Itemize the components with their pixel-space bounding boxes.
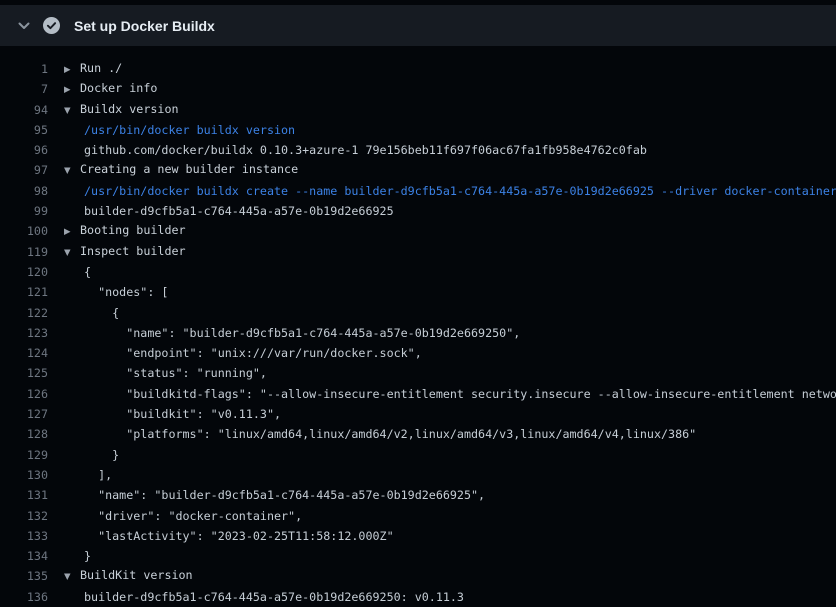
group-label: Run ./ xyxy=(80,61,122,75)
output-text: "name": "builder-d9cfb5a1-c764-445a-a57e… xyxy=(64,323,520,343)
output-text: { xyxy=(64,262,91,282)
log-line: 124 "endpoint": "unix:///var/run/docker.… xyxy=(0,343,836,363)
log-line: 120 { xyxy=(0,262,836,282)
line-number[interactable]: 125 xyxy=(0,363,48,383)
log-line: 125 "status": "running", xyxy=(0,363,836,383)
step-title: Set up Docker Buildx xyxy=(74,18,215,34)
group-label: Buildx version xyxy=(80,102,179,116)
log-line: 128 "platforms": "linux/amd64,linux/amd6… xyxy=(0,424,836,444)
line-number[interactable]: 121 xyxy=(0,282,48,302)
line-number[interactable]: 94 xyxy=(0,100,48,120)
output-text: } xyxy=(64,445,119,465)
check-circle-icon xyxy=(43,17,60,34)
group-label: Inspect builder xyxy=(80,244,186,258)
log-lines: 1▶Run ./7▶Docker info94▼Buildx version95… xyxy=(0,59,836,607)
group-label: BuildKit version xyxy=(80,568,193,582)
triangle-down-icon[interactable]: ▼ xyxy=(64,161,80,180)
line-number[interactable]: 123 xyxy=(0,323,48,343)
line-number[interactable]: 1 xyxy=(0,59,48,79)
output-text: "name": "builder-d9cfb5a1-c764-445a-a57e… xyxy=(64,485,485,505)
line-number[interactable]: 129 xyxy=(0,445,48,465)
command-text: /usr/bin/docker buildx create --name bui… xyxy=(64,181,836,201)
output-text: "driver": "docker-container", xyxy=(64,506,302,526)
line-number[interactable]: 95 xyxy=(0,120,48,140)
line-number[interactable]: 100 xyxy=(0,221,48,241)
line-number[interactable]: 133 xyxy=(0,526,48,546)
line-number[interactable]: 98 xyxy=(0,181,48,201)
log-line: 130 ], xyxy=(0,465,836,485)
log-line: 99 builder-d9cfb5a1-c764-445a-a57e-0b19d2… xyxy=(0,201,836,221)
output-text: "nodes": [ xyxy=(64,282,168,302)
output-text: "platforms": "linux/amd64,linux/amd64/v2… xyxy=(64,424,696,444)
log-line: 121 "nodes": [ xyxy=(0,282,836,302)
line-number[interactable]: 124 xyxy=(0,343,48,363)
line-number[interactable]: 119 xyxy=(0,242,48,262)
log-line: 126 "buildkitd-flags": "--allow-insecure… xyxy=(0,384,836,404)
line-number[interactable]: 122 xyxy=(0,303,48,323)
log-line[interactable]: 119 ▼Inspect builder xyxy=(0,242,836,262)
group-header: ▶Booting builder xyxy=(64,221,186,241)
line-number[interactable]: 132 xyxy=(0,506,48,526)
line-number[interactable]: 135 xyxy=(0,566,48,586)
triangle-right-icon[interactable]: ▶ xyxy=(64,222,80,241)
output-text: "buildkitd-flags": "--allow-insecure-ent… xyxy=(64,384,836,404)
output-text: "status": "running", xyxy=(64,363,267,383)
log-line: 123 "name": "builder-d9cfb5a1-c764-445a-… xyxy=(0,323,836,343)
group-header: ▼Buildx version xyxy=(64,100,179,120)
group-label: Booting builder xyxy=(80,223,186,237)
output-text: "buildkit": "v0.11.3", xyxy=(64,404,281,424)
line-number[interactable]: 131 xyxy=(0,485,48,505)
line-number[interactable]: 7 xyxy=(0,79,48,99)
line-number[interactable]: 96 xyxy=(0,140,48,160)
line-number[interactable]: 99 xyxy=(0,201,48,221)
line-number[interactable]: 126 xyxy=(0,384,48,404)
triangle-right-icon[interactable]: ▶ xyxy=(64,80,80,99)
log-line: 129 } xyxy=(0,445,836,465)
output-text: ], xyxy=(64,465,112,485)
log-line[interactable]: 94 ▼Buildx version xyxy=(0,100,836,120)
group-header: ▼BuildKit version xyxy=(64,566,193,586)
log-line[interactable]: 7 ▶Docker info xyxy=(0,79,836,99)
group-header: ▼Inspect builder xyxy=(64,242,186,262)
triangle-down-icon[interactable]: ▼ xyxy=(64,243,80,262)
log-line: 95/usr/bin/docker buildx version xyxy=(0,120,836,140)
triangle-right-icon[interactable]: ▶ xyxy=(64,60,80,79)
line-number[interactable]: 130 xyxy=(0,465,48,485)
group-header: ▶Docker info xyxy=(64,79,157,99)
log-line: 132 "driver": "docker-container", xyxy=(0,506,836,526)
log-line: 131 "name": "builder-d9cfb5a1-c764-445a-… xyxy=(0,485,836,505)
command-text: /usr/bin/docker buildx version xyxy=(64,120,295,140)
chevron-down-icon[interactable] xyxy=(17,19,31,33)
group-label: Creating a new builder instance xyxy=(80,162,298,176)
log-line: 96 github.com/docker/buildx 0.10.3+azure-… xyxy=(0,140,836,160)
log-line: 133 "lastActivity": "2023-02-25T11:58:12… xyxy=(0,526,836,546)
line-number[interactable]: 97 xyxy=(0,160,48,180)
line-number[interactable]: 127 xyxy=(0,404,48,424)
actions-log-viewer: { "header": { "title": "Set up Docker Bu… xyxy=(0,0,836,604)
triangle-down-icon[interactable]: ▼ xyxy=(64,101,80,120)
output-text: builder-d9cfb5a1-c764-445a-a57e-0b19d2e6… xyxy=(64,201,394,221)
log-line[interactable]: 100 ▶Booting builder xyxy=(0,221,836,241)
log-line: 134} xyxy=(0,546,836,566)
output-text: "endpoint": "unix:///var/run/docker.sock… xyxy=(64,343,422,363)
output-text: "lastActivity": "2023-02-25T11:58:12.000… xyxy=(64,526,394,546)
log-line: 98/usr/bin/docker buildx create --name b… xyxy=(0,181,836,201)
line-number[interactable]: 120 xyxy=(0,262,48,282)
triangle-down-icon[interactable]: ▼ xyxy=(64,567,80,586)
line-number[interactable]: 128 xyxy=(0,424,48,444)
log-line[interactable]: 97 ▼Creating a new builder instance xyxy=(0,160,836,180)
output-text: github.com/docker/buildx 0.10.3+azure-1 … xyxy=(64,140,647,160)
group-header: ▼Creating a new builder instance xyxy=(64,160,298,180)
log-line[interactable]: 135 ▼BuildKit version xyxy=(0,566,836,586)
log-line: 127 "buildkit": "v0.11.3", xyxy=(0,404,836,424)
step-header[interactable]: Set up Docker Buildx xyxy=(0,5,836,46)
group-label: Docker info xyxy=(80,81,157,95)
output-text: } xyxy=(64,546,91,566)
log-line[interactable]: 1 ▶Run ./ xyxy=(0,59,836,79)
group-header: ▶Run ./ xyxy=(64,59,122,79)
line-number[interactable]: 134 xyxy=(0,546,48,566)
log-line: 122 { xyxy=(0,303,836,323)
output-text: { xyxy=(64,303,119,323)
